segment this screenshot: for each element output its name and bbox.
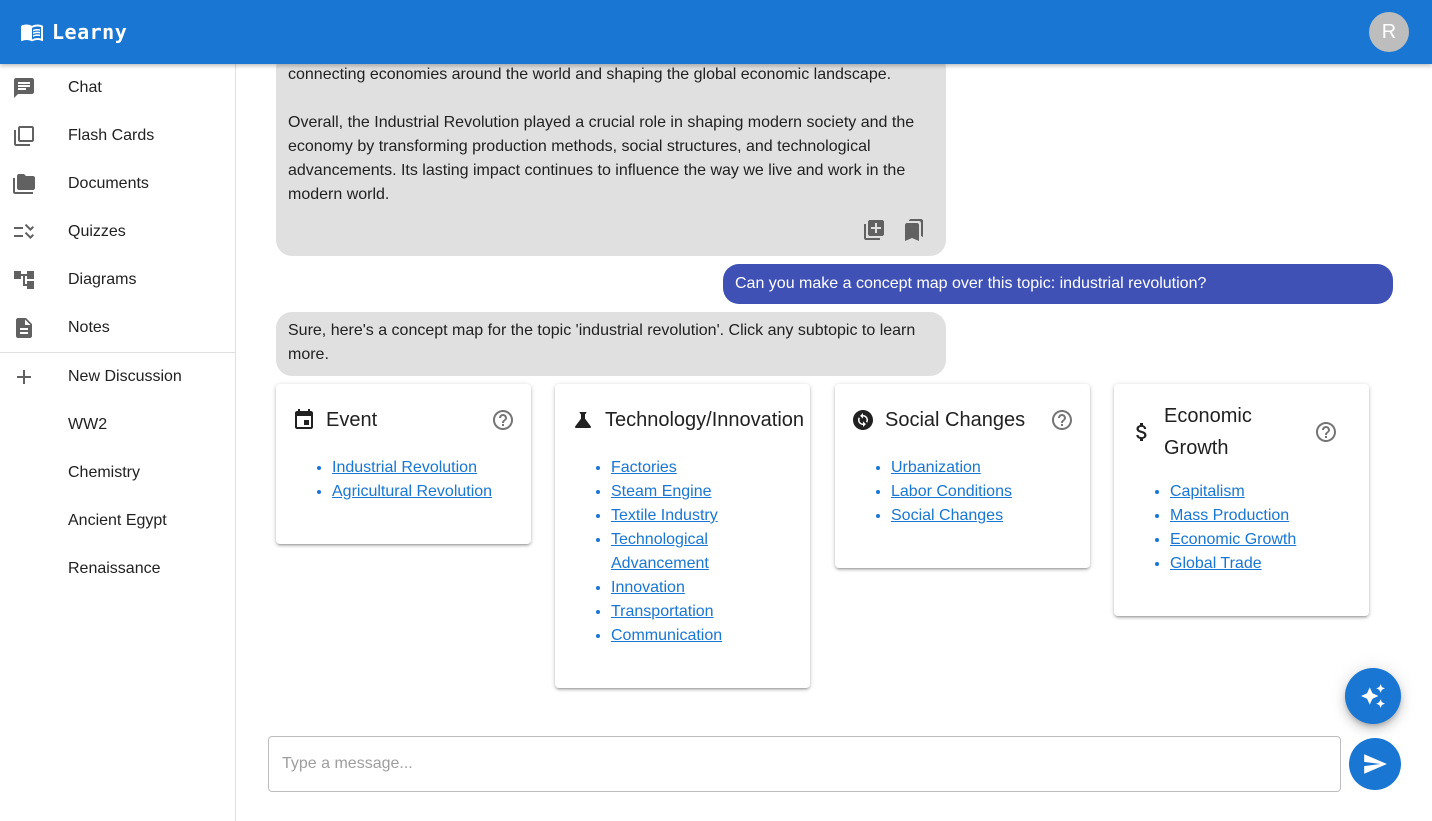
- sync-icon: [851, 408, 875, 432]
- new-discussion-button[interactable]: New Discussion: [0, 353, 235, 401]
- subtopic-link[interactable]: Transportation: [611, 603, 714, 620]
- user-message: Can you make a concept map over this top…: [723, 264, 1393, 304]
- ai-message: Sure, here's a concept map for the topic…: [276, 312, 946, 376]
- flask-icon: [571, 408, 595, 432]
- avatar[interactable]: R: [1369, 12, 1409, 52]
- sidebar: Chat Flash Cards Documents Quizzes Diagr…: [0, 64, 236, 821]
- card-title: Economic Growth: [1164, 405, 1252, 459]
- subtopic-link[interactable]: Urbanization: [891, 459, 981, 476]
- plus-icon: [12, 365, 36, 389]
- ai-message: connecting economies around the world an…: [276, 64, 946, 256]
- discussion-label: WW2: [68, 416, 108, 433]
- add-to-cards-icon[interactable]: [862, 218, 886, 242]
- subtopic-link[interactable]: Labor Conditions: [891, 483, 1012, 500]
- sidebar-item-documents[interactable]: Documents: [0, 160, 235, 208]
- subtopic-link[interactable]: Steam Engine: [611, 483, 712, 500]
- subtopic-link[interactable]: Industrial Revolution: [332, 459, 477, 476]
- ai-message-text: Overall, the Industrial Revolution playe…: [288, 114, 915, 203]
- subtopic-link[interactable]: Technological Advancement: [611, 531, 709, 572]
- subtopic-link[interactable]: Agricultural Revolution: [332, 483, 492, 500]
- sidebar-item-label: Notes: [68, 319, 110, 336]
- new-discussion-label: New Discussion: [68, 368, 182, 385]
- sidebar-item-quizzes[interactable]: Quizzes: [0, 208, 235, 256]
- concept-card-event: Event Industrial Revolution Agricultural…: [276, 384, 531, 544]
- message-input[interactable]: [269, 737, 1340, 791]
- quiz-icon: [12, 220, 36, 244]
- sidebar-item-label: Documents: [68, 175, 149, 192]
- discussion-label: Chemistry: [68, 464, 141, 481]
- app-title: Learny: [52, 20, 128, 44]
- subtopic-link[interactable]: Innovation: [611, 579, 685, 596]
- subtopic-link[interactable]: Capitalism: [1170, 483, 1245, 500]
- message-input-wrapper: [268, 736, 1341, 792]
- discussion-label: Renaissance: [68, 560, 161, 577]
- card-title: Event: [326, 409, 378, 431]
- sparkle-icon: [1361, 684, 1385, 708]
- discussion-item[interactable]: Chemistry: [0, 449, 235, 497]
- dollar-icon: [1130, 420, 1154, 444]
- send-icon: [1364, 754, 1387, 774]
- subtopic-list: Capitalism Mass Production Economic Grow…: [1114, 480, 1369, 576]
- bookmark-icon[interactable]: [902, 218, 926, 242]
- card-title: Social Changes: [885, 409, 1026, 431]
- sidebar-item-flash-cards[interactable]: Flash Cards: [0, 112, 235, 160]
- discussion-label: Ancient Egypt: [68, 512, 167, 529]
- sidebar-item-notes[interactable]: Notes: [0, 304, 235, 352]
- subtopic-link[interactable]: Factories: [611, 459, 677, 476]
- concept-card-economic-growth: Economic Growth Capitalism Mass Producti…: [1114, 384, 1369, 616]
- chat-area: connecting economies around the world an…: [236, 64, 1432, 821]
- subtopic-list: Urbanization Labor Conditions Social Cha…: [835, 456, 1090, 528]
- sidebar-item-diagrams[interactable]: Diagrams: [0, 256, 235, 304]
- chat-icon: [12, 76, 36, 100]
- calendar-icon: [292, 408, 316, 432]
- subtopic-link[interactable]: Mass Production: [1170, 507, 1289, 524]
- help-icon[interactable]: [1050, 408, 1074, 432]
- subtopic-link[interactable]: Global Trade: [1170, 555, 1262, 572]
- sidebar-item-chat[interactable]: Chat: [0, 64, 235, 112]
- discussion-item[interactable]: WW2: [0, 401, 235, 449]
- sidebar-item-label: Diagrams: [68, 271, 137, 288]
- subtopic-list: Industrial Revolution Agricultural Revol…: [276, 456, 531, 504]
- help-icon[interactable]: [491, 408, 515, 432]
- sidebar-item-label: Flash Cards: [68, 127, 155, 144]
- subtopic-link[interactable]: Economic Growth: [1170, 531, 1296, 548]
- discussion-item[interactable]: Renaissance: [0, 545, 235, 593]
- help-icon[interactable]: [1314, 420, 1338, 444]
- subtopic-link[interactable]: Social Changes: [891, 507, 1003, 524]
- card-title: Technology/Innovation: [605, 409, 805, 431]
- ai-sparkle-button[interactable]: [1345, 668, 1401, 724]
- notes-icon: [12, 316, 36, 340]
- subtopic-list: Factories Steam Engine Textile Industry …: [555, 456, 810, 648]
- brand[interactable]: Learny: [20, 20, 127, 44]
- ai-message-text: connecting economies around the world an…: [288, 66, 892, 83]
- send-button[interactable]: [1349, 738, 1401, 790]
- book-icon: [21, 24, 43, 42]
- app-bar: Learny R: [0, 0, 1432, 64]
- sidebar-item-label: Chat: [68, 79, 102, 96]
- message-actions: [862, 218, 926, 242]
- sidebar-item-label: Quizzes: [68, 223, 126, 240]
- subtopic-link[interactable]: Textile Industry: [611, 507, 718, 524]
- subtopic-link[interactable]: Communication: [611, 627, 722, 644]
- folder-icon: [12, 172, 36, 196]
- concept-card-social-changes: Social Changes Urbanization Labor Condit…: [835, 384, 1090, 568]
- flash-cards-icon: [12, 124, 36, 148]
- concept-card-technology: Technology/Innovation Factories Steam En…: [555, 384, 810, 688]
- diagram-icon: [12, 268, 36, 292]
- discussion-item[interactable]: Ancient Egypt: [0, 497, 235, 545]
